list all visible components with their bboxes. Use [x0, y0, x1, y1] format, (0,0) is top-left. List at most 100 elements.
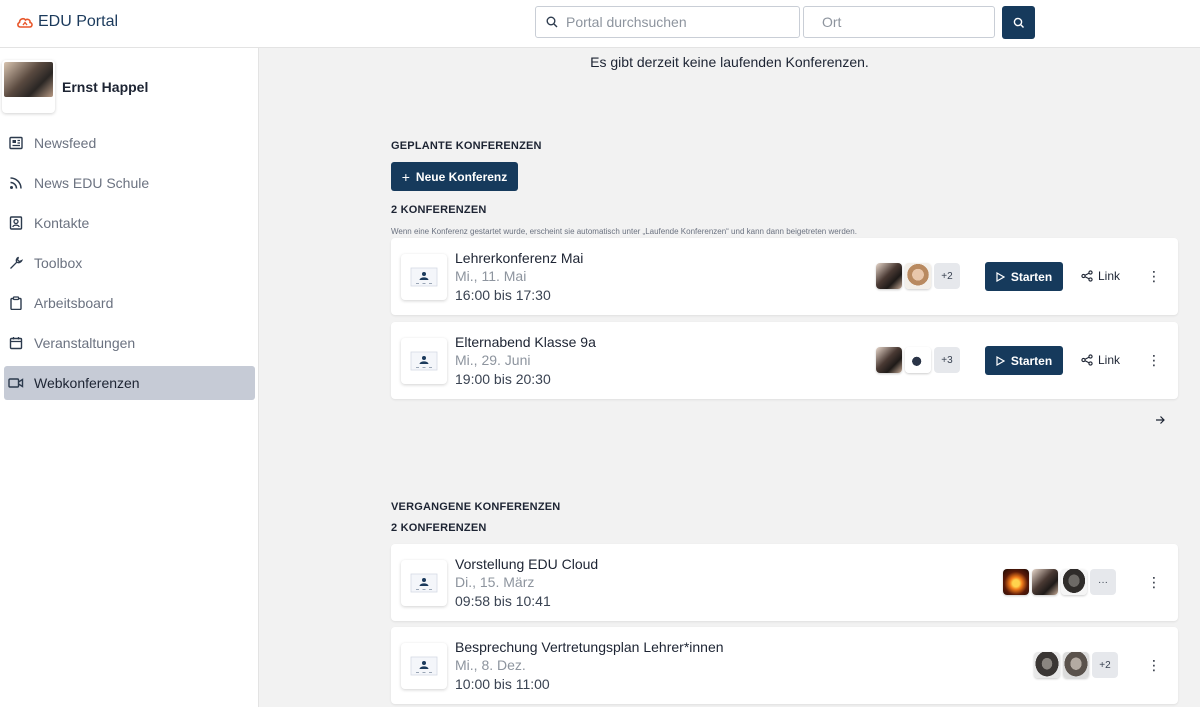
app-logo-text: EDU Portal — [38, 13, 119, 30]
user-profile[interactable]: Ernst Happel — [2, 60, 148, 113]
conference-time: 19:00 bis 20:30 — [455, 371, 551, 387]
sidebar-item-webkonferenzen[interactable]: Webkonferenzen — [4, 366, 255, 400]
participant-avatars[interactable]: +2 — [876, 263, 960, 289]
sidebar: Ernst Happel Newsfeed News EDU Schule Ko… — [0, 48, 259, 707]
sidebar-item-veranstaltungen[interactable]: Veranstaltungen — [4, 326, 255, 360]
cloud-logo-icon — [17, 17, 33, 28]
conference-date: Mi., 11. Mai — [455, 268, 527, 284]
video-icon — [8, 375, 24, 391]
search-button[interactable] — [1002, 6, 1035, 39]
past-section-title: VERGANGENE KONFERENZEN — [391, 501, 561, 513]
rss-icon — [8, 175, 24, 191]
participant-avatars[interactable]: +2 — [1034, 652, 1118, 678]
more-participants-badge[interactable]: +2 — [934, 263, 960, 289]
more-participants-badge[interactable]: +2 — [1092, 652, 1118, 678]
conference-date: Mi., 29. Juni — [455, 352, 531, 368]
sidebar-item-label: Newsfeed — [34, 135, 97, 151]
link-label: Link — [1098, 353, 1121, 367]
participant-avatars[interactable]: +3 — [876, 347, 960, 373]
planned-section-title: GEPLANTE KONFERENZEN — [391, 140, 542, 152]
conference-thumbnail — [401, 560, 447, 606]
more-options-icon[interactable]: ⋮ — [1147, 571, 1161, 593]
link-label: Link — [1098, 269, 1121, 283]
location-search-field[interactable] — [803, 6, 1003, 38]
sidebar-item-toolbox[interactable]: Toolbox — [4, 246, 255, 280]
wrench-icon — [8, 255, 24, 271]
sidebar-item-label: Webkonferenzen — [34, 375, 140, 391]
app-logo[interactable]: EDU Portal — [16, 13, 118, 31]
sidebar-item-arbeitsboard[interactable]: Arbeitsboard — [4, 286, 255, 320]
conference-time: 10:00 bis 11:00 — [455, 676, 550, 692]
sidebar-item-kontakte[interactable]: Kontakte — [4, 206, 255, 240]
conference-date: Mi., 8. Dez. — [455, 657, 526, 673]
top-header: EDU Portal — [0, 0, 1200, 48]
arrow-right-icon[interactable] — [1155, 412, 1165, 430]
conference-time: 09:58 bis 10:41 — [455, 593, 551, 609]
start-button[interactable]: Starten — [985, 262, 1063, 291]
new-conference-button[interactable]: + Neue Konferenz — [391, 162, 518, 191]
sidebar-item-label: Veranstaltungen — [34, 335, 136, 351]
more-participants-badge[interactable]: ··· — [1090, 569, 1116, 595]
portal-search-field[interactable] — [535, 6, 800, 38]
conference-date: Di., 15. März — [455, 574, 535, 590]
conference-title: Besprechung Vertretungsplan Lehrer*innen — [455, 639, 724, 655]
conference-thumbnail — [401, 254, 447, 300]
past-conference-card[interactable]: Besprechung Vertretungsplan Lehrer*innen… — [391, 627, 1178, 704]
more-options-icon[interactable]: ⋮ — [1147, 349, 1161, 371]
search-icon — [546, 16, 558, 28]
sidebar-item-label: Kontakte — [34, 215, 90, 231]
avatar[interactable] — [905, 347, 931, 373]
plus-icon: + — [401, 168, 410, 185]
running-conferences-empty: Es gibt derzeit keine laufenden Konferen… — [590, 54, 869, 70]
conference-card[interactable]: Lehrerkonferenz Mai Mi., 11. Mai 16:00 b… — [391, 238, 1178, 315]
play-icon — [996, 355, 1005, 366]
conference-thumbnail — [401, 338, 447, 384]
sidebar-item-news-edu-schule[interactable]: News EDU Schule — [4, 166, 255, 200]
avatar[interactable] — [1034, 652, 1060, 678]
play-icon — [996, 271, 1005, 282]
start-button[interactable]: Starten — [985, 346, 1063, 375]
avatar[interactable] — [1063, 652, 1089, 678]
conference-title: Elternabend Klasse 9a — [455, 334, 596, 350]
planned-info-note: Wenn eine Konferenz gestartet wurde, ers… — [391, 227, 857, 236]
clipboard-icon — [8, 295, 24, 311]
share-icon — [1081, 270, 1093, 282]
location-input[interactable] — [822, 14, 1003, 30]
sidebar-nav: Newsfeed News EDU Schule Kontakte Toolbo… — [0, 126, 259, 406]
main-content: Es gibt derzeit keine laufenden Konferen… — [259, 48, 1200, 707]
avatar[interactable] — [1061, 569, 1087, 595]
conference-card[interactable]: Elternabend Klasse 9a Mi., 29. Juni 19:0… — [391, 322, 1178, 399]
conference-time: 16:00 bis 17:30 — [455, 287, 551, 303]
sidebar-item-label: Arbeitsboard — [34, 295, 114, 311]
share-icon — [1081, 354, 1093, 366]
past-conference-card[interactable]: Vorstellung EDU Cloud Di., 15. März 09:5… — [391, 544, 1178, 621]
avatar[interactable] — [876, 263, 902, 289]
user-name: Ernst Happel — [62, 78, 149, 95]
avatar[interactable] — [2, 60, 55, 113]
sidebar-item-label: News EDU Schule — [34, 175, 150, 191]
sidebar-item-label: Toolbox — [34, 255, 83, 271]
avatar[interactable] — [876, 347, 902, 373]
sidebar-item-newsfeed[interactable]: Newsfeed — [4, 126, 255, 160]
search-icon — [1013, 17, 1024, 28]
conference-thumbnail — [401, 643, 447, 689]
share-link-button[interactable]: Link — [1081, 353, 1120, 367]
newspaper-icon — [8, 135, 24, 151]
avatar[interactable] — [1032, 569, 1058, 595]
more-options-icon[interactable]: ⋮ — [1147, 654, 1161, 676]
avatar[interactable] — [905, 263, 931, 289]
participant-avatars[interactable]: ··· — [1003, 569, 1116, 595]
share-link-button[interactable]: Link — [1081, 269, 1120, 283]
more-options-icon[interactable]: ⋮ — [1147, 265, 1161, 287]
more-participants-badge[interactable]: +3 — [934, 347, 960, 373]
calendar-icon — [8, 335, 24, 351]
planned-count: 2 KONFERENZEN — [391, 204, 487, 216]
new-conference-label: Neue Konferenz — [415, 169, 508, 184]
start-label: Starten — [1010, 353, 1053, 368]
avatar[interactable] — [1003, 569, 1029, 595]
start-label: Starten — [1010, 269, 1053, 284]
portal-search-input[interactable] — [566, 14, 766, 30]
conference-title: Lehrerkonferenz Mai — [455, 250, 584, 266]
past-count: 2 KONFERENZEN — [391, 522, 487, 534]
conference-title: Vorstellung EDU Cloud — [455, 556, 599, 572]
